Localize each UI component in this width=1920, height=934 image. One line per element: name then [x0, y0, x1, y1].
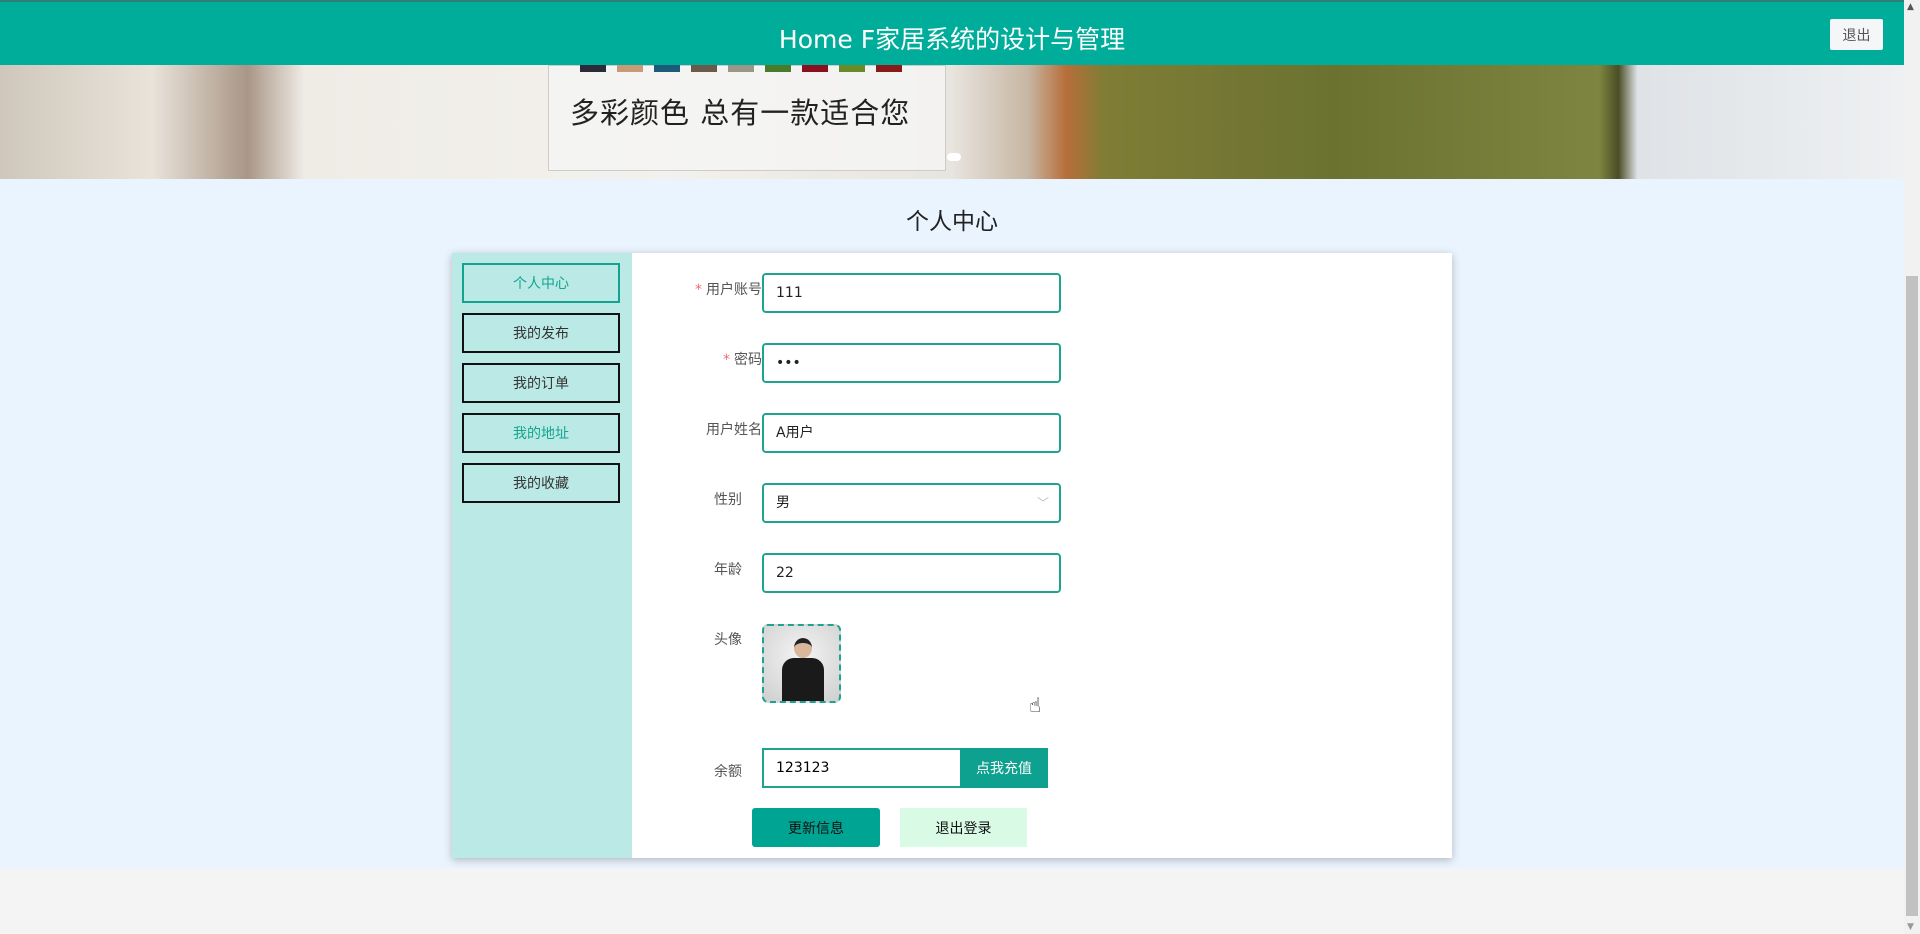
sidebar: 个人中心 我的发布 我的订单 我的地址 我的收藏	[452, 253, 632, 858]
color-swatches	[580, 65, 902, 72]
color-swatch	[691, 65, 717, 72]
banner-slogan: 多彩颜色 总有一款适合您	[570, 96, 911, 130]
sidebar-item-orders[interactable]: 我的订单	[462, 363, 620, 403]
color-swatch	[580, 65, 606, 72]
banner-carousel[interactable]: 多彩颜色 总有一款适合您	[0, 65, 1904, 179]
age-label: 年龄	[714, 562, 742, 578]
name-input[interactable]: A用户	[762, 413, 1061, 453]
gender-label: 性别	[714, 492, 742, 508]
page-scrollbar[interactable]: ▲ ▼	[1904, 0, 1920, 934]
top-header: Home F家居系统的设计与管理 退出	[0, 0, 1904, 65]
scroll-up-icon[interactable]: ▲	[1907, 2, 1914, 12]
color-swatch	[876, 65, 902, 72]
sidebar-item-profile[interactable]: 个人中心	[462, 263, 620, 303]
sidebar-item-favorites[interactable]: 我的收藏	[462, 463, 620, 503]
gender-select[interactable]: 男 ﹀	[762, 483, 1061, 523]
carousel-indicator[interactable]	[947, 153, 961, 161]
avatar-upload[interactable]	[762, 624, 841, 703]
scroll-down-icon[interactable]: ▼	[1907, 922, 1914, 932]
hand-cursor-icon: ☝	[1029, 693, 1042, 717]
account-label: * 用户账号	[695, 282, 762, 298]
recharge-button[interactable]: 点我充值	[960, 748, 1048, 788]
balance-label: 余额	[714, 764, 742, 780]
color-swatch	[765, 65, 791, 72]
app-title: Home F家居系统的设计与管理	[778, 25, 1126, 54]
name-label: 用户姓名	[706, 422, 762, 438]
color-swatch	[654, 65, 680, 72]
update-info-button[interactable]: 更新信息	[752, 808, 880, 847]
password-input[interactable]: •••	[762, 343, 1061, 383]
color-swatch	[728, 65, 754, 72]
chevron-down-icon: ﹀	[1036, 496, 1049, 510]
header-logout-button[interactable]: 退出	[1830, 19, 1883, 50]
scrollbar-thumb[interactable]	[1906, 276, 1918, 916]
profile-panel: 个人中心 我的发布 我的订单 我的地址 我的收藏 ☝ * 用户账号 111 * 密码…	[452, 253, 1452, 858]
color-swatch	[617, 65, 643, 72]
color-swatch	[839, 65, 865, 72]
balance-input[interactable]: 123123	[762, 748, 960, 788]
logout-button[interactable]: 退出登录	[900, 808, 1027, 847]
account-input[interactable]: 111	[762, 273, 1061, 313]
password-label: * 密码	[723, 352, 762, 368]
sidebar-item-address[interactable]: 我的地址	[462, 413, 620, 453]
sidebar-item-posts[interactable]: 我的发布	[462, 313, 620, 353]
color-swatch	[802, 65, 828, 72]
avatar-label: 头像	[714, 632, 742, 648]
age-input[interactable]: 22	[762, 553, 1061, 593]
page-title: 个人中心	[906, 209, 998, 235]
